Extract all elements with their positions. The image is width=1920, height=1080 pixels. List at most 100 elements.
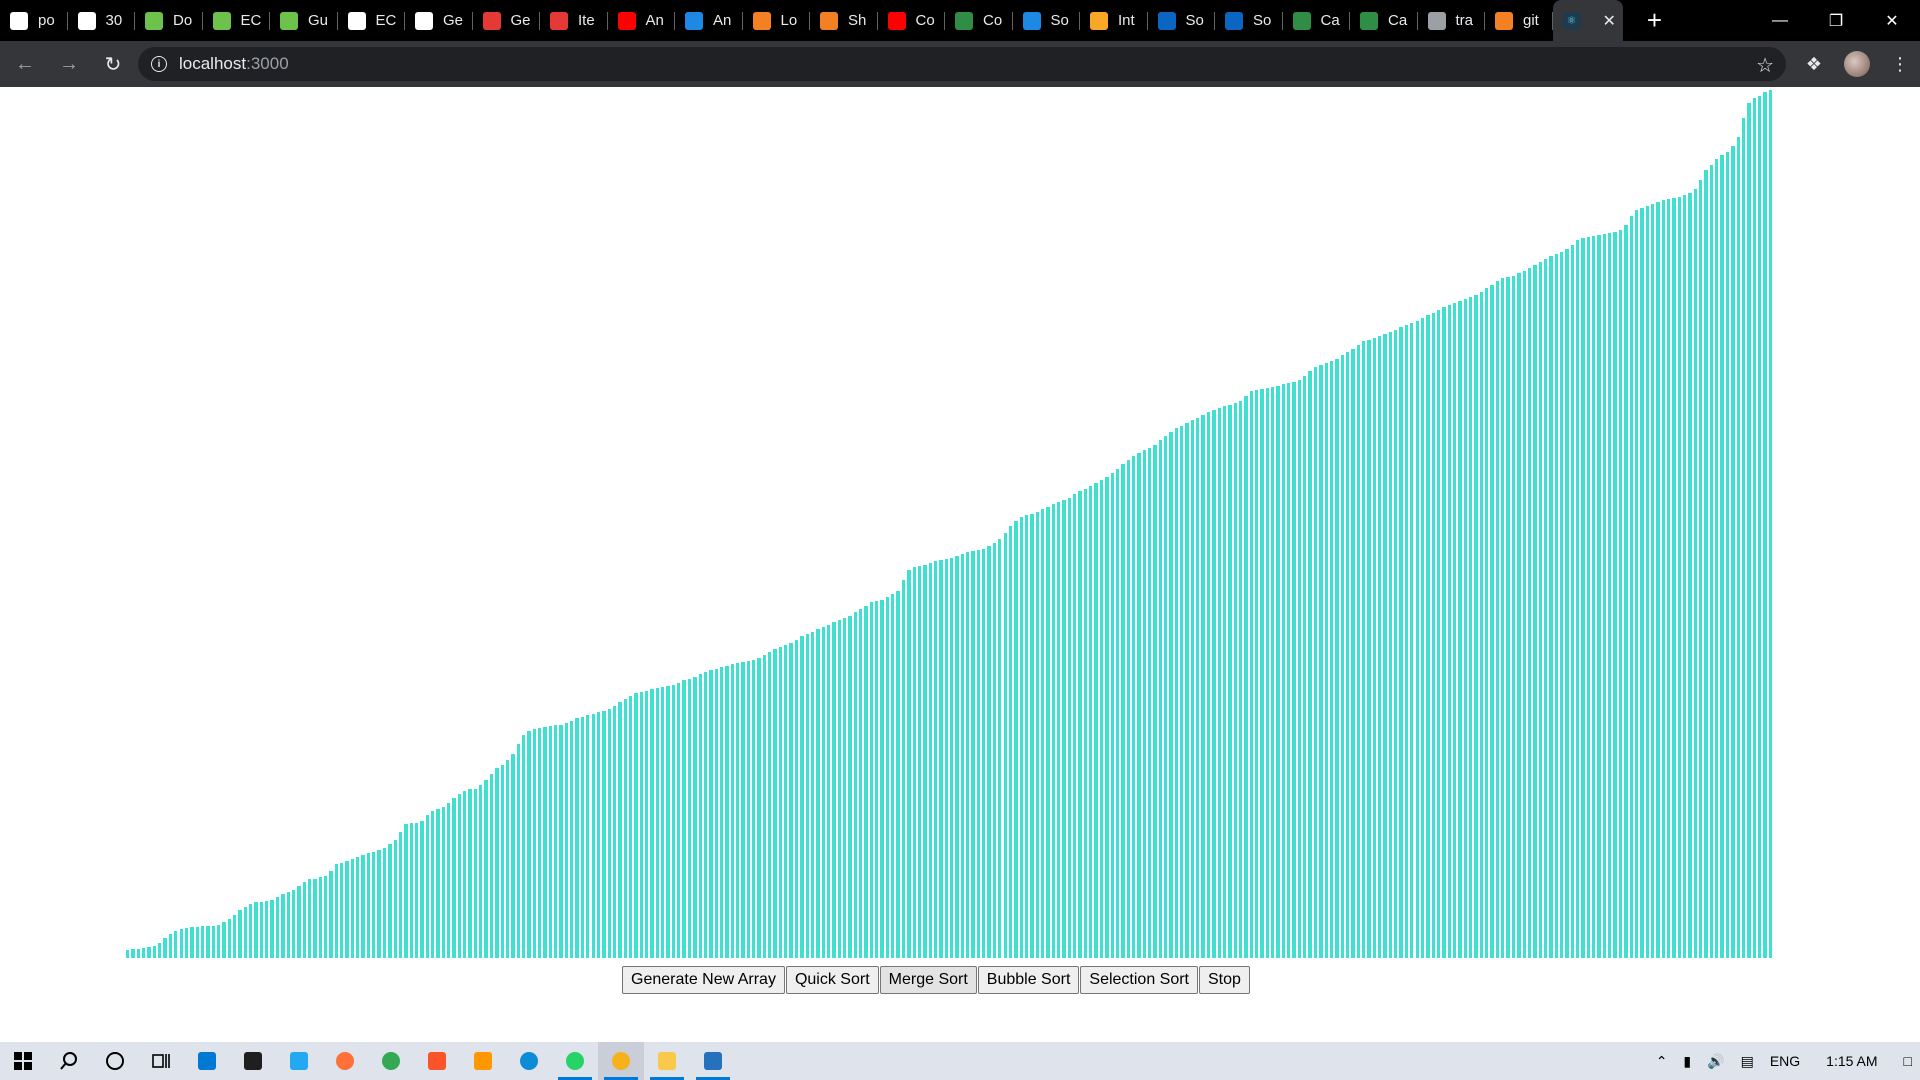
browser-tab[interactable]: EC — [203, 0, 271, 41]
array-bar — [1024, 515, 1029, 958]
generate-array-button[interactable]: Generate New Array — [622, 966, 785, 994]
language-indicator[interactable]: ENG — [1770, 1053, 1800, 1069]
browser-tab[interactable]: So — [1215, 0, 1283, 41]
close-window-icon[interactable]: ✕ — [1864, 0, 1920, 41]
browser-tab[interactable]: Ite — [540, 0, 608, 41]
task-view-icon[interactable] — [138, 1042, 184, 1080]
browser-tab[interactable]: Ca — [1350, 0, 1418, 41]
browser-tab[interactable]: Int — [1080, 0, 1148, 41]
browser-tab[interactable]: So — [1148, 0, 1216, 41]
restore-icon[interactable]: ❐ — [1808, 0, 1864, 41]
browser-tab[interactable]: EC — [338, 0, 406, 41]
array-bar — [356, 857, 360, 958]
clock[interactable]: 1:15 AM — [1826, 1053, 1877, 1069]
array-bar — [1201, 415, 1205, 958]
volume-icon[interactable]: 🔊 — [1707, 1053, 1724, 1070]
array-bar — [1511, 276, 1516, 958]
chevron-up-icon[interactable]: ⌃ — [1656, 1053, 1668, 1070]
array-bar — [805, 634, 809, 958]
notifications-icon[interactable]: □ — [1904, 1053, 1912, 1069]
search-icon[interactable] — [46, 1042, 92, 1080]
array-bar — [1608, 233, 1612, 958]
stop-button[interactable]: Stop — [1199, 966, 1250, 994]
bubble-sort-button[interactable]: Bubble Sort — [977, 966, 1080, 994]
info-icon[interactable]: i — [151, 56, 167, 72]
array-bars — [126, 90, 1774, 958]
edge-icon[interactable] — [506, 1042, 552, 1080]
browser-tab[interactable]: Ge — [473, 0, 541, 41]
toolbar-actions: ❖ ⋮ — [1794, 41, 1920, 87]
browser-tab-active[interactable]: ⚛ ✕ — [1552, 0, 1623, 41]
firefox-icon[interactable] — [322, 1042, 368, 1080]
browser-tab[interactable]: Sh — [810, 0, 878, 41]
sublime-icon[interactable] — [460, 1042, 506, 1080]
github-icon — [1427, 11, 1446, 30]
whatsapp-icon[interactable] — [552, 1042, 598, 1080]
array-bar — [1164, 436, 1168, 958]
mail-icon[interactable] — [184, 1042, 230, 1080]
array-bar — [1356, 345, 1360, 958]
selection-sort-button[interactable]: Selection Sort — [1080, 966, 1198, 994]
array-bar — [1308, 371, 1312, 958]
url-port: :3000 — [246, 54, 289, 73]
array-bar — [955, 556, 959, 958]
array-bar — [1640, 208, 1644, 958]
browser-tab[interactable]: 30 — [68, 0, 136, 41]
array-bar — [1709, 165, 1714, 958]
browser-tab[interactable]: Do — [135, 0, 203, 41]
browser-tab[interactable]: An — [608, 0, 676, 41]
merge-sort-button[interactable]: Merge Sort — [879, 966, 977, 994]
new-tab-icon[interactable]: + — [1635, 0, 1675, 41]
close-tab-icon[interactable]: ✕ — [1603, 11, 1616, 31]
vscode-icon[interactable] — [276, 1042, 322, 1080]
browser-tab[interactable]: Ge — [405, 0, 473, 41]
store-icon[interactable] — [230, 1042, 276, 1080]
array-bar — [1768, 90, 1772, 958]
powershell-icon[interactable] — [690, 1042, 736, 1080]
extensions-icon[interactable]: ❖ — [1794, 44, 1834, 84]
start-icon[interactable] — [0, 1042, 46, 1080]
back-icon[interactable]: ← — [6, 45, 44, 83]
address-bar[interactable]: i localhost:3000 ☆ — [138, 47, 1786, 81]
array-bar — [1586, 237, 1591, 958]
profile-avatar[interactable] — [1844, 51, 1870, 77]
array-bar — [1426, 315, 1430, 958]
linkedin-icon — [1157, 11, 1176, 30]
array-bar — [693, 677, 697, 958]
array-bar — [1495, 281, 1500, 958]
browser-tab[interactable]: An — [675, 0, 743, 41]
array-bar — [1490, 285, 1494, 958]
youtube-icon — [617, 11, 636, 30]
array-bar — [842, 618, 847, 958]
battery-icon[interactable]: ▮ — [1683, 1053, 1691, 1070]
network-icon[interactable]: ▤ — [1741, 1053, 1754, 1070]
browser-tab[interactable]: po — [0, 0, 68, 41]
cortana-icon[interactable] — [92, 1042, 138, 1080]
browser-toolbar: ← → ↻ i localhost:3000 ☆ ❖ ⋮ — [0, 41, 1920, 87]
brave-icon[interactable] — [414, 1042, 460, 1080]
minimize-icon[interactable]: — — [1752, 0, 1808, 41]
forward-icon[interactable]: → — [50, 45, 88, 83]
browser-tab[interactable]: git — [1485, 0, 1553, 41]
browser-tab[interactable]: So — [1013, 0, 1081, 41]
array-bar — [168, 934, 173, 958]
browser-tab[interactable]: tra — [1418, 0, 1486, 41]
browser-tab[interactable]: Lo — [743, 0, 811, 41]
array-bar — [393, 840, 397, 958]
array-bar — [559, 725, 563, 958]
bookmark-star-icon[interactable]: ☆ — [1756, 53, 1774, 78]
array-bar — [281, 894, 285, 958]
reload-icon[interactable]: ↻ — [94, 45, 132, 83]
browser-tab[interactable]: Gu — [270, 0, 338, 41]
array-bar — [233, 915, 237, 958]
array-bar — [896, 591, 900, 958]
browser-tab[interactable]: Co — [878, 0, 946, 41]
chrome-canary-icon[interactable] — [598, 1042, 644, 1080]
menu-kebab-icon[interactable]: ⋮ — [1880, 44, 1920, 84]
array-bar — [1410, 323, 1414, 958]
file-explorer-icon[interactable] — [644, 1042, 690, 1080]
chrome-icon[interactable] — [368, 1042, 414, 1080]
browser-tab[interactable]: Co — [945, 0, 1013, 41]
quick-sort-button[interactable]: Quick Sort — [785, 966, 879, 994]
browser-tab[interactable]: Ca — [1283, 0, 1351, 41]
